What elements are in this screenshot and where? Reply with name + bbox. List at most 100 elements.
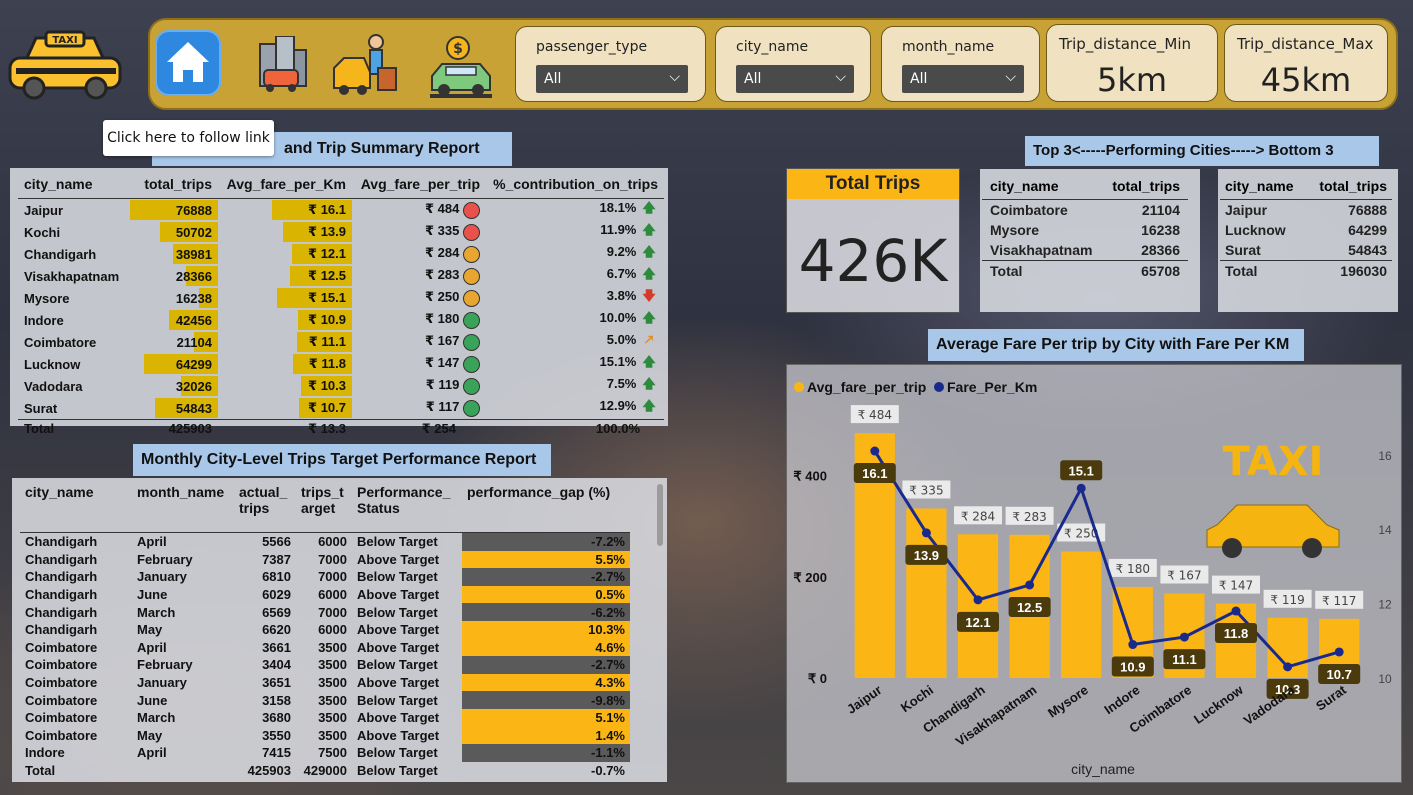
table-row[interactable]: Coimbatore April 3661 3500 Above Target 4.6% (20, 638, 630, 657)
table-row[interactable]: Chandigarh May 6620 6000 Above Target 10.3% (20, 620, 630, 639)
actual-cell: 3651 (262, 675, 291, 691)
passenger-type-dropdown[interactable]: All ⌵ (536, 65, 688, 93)
fare-per-km-cell: ₹ 11.8 (218, 353, 352, 375)
actual-cell: 6810 (262, 569, 291, 585)
taxi-wheel-icon (1302, 538, 1322, 558)
passenger-taxi-icon[interactable] (330, 32, 402, 98)
table-row[interactable]: Kochi 50702 ₹ 13.9 ₹ 335 11.9% 🡅 (18, 221, 664, 243)
table-row[interactable]: Surat 54843 ₹ 10.7 ₹ 117 12.9% 🡅 (18, 397, 664, 420)
table-row[interactable]: Visakhapatnam 28366 ₹ 12.5 ₹ 283 6.7% 🡅 (18, 265, 664, 287)
table-row[interactable]: Coimbatore June 3158 3500 Below Target -9.8% (20, 691, 630, 709)
table-row[interactable]: Coimbatore 21104 (982, 200, 1188, 221)
status-dot-icon (463, 377, 480, 395)
table-row[interactable]: Vadodara 32026 ₹ 10.3 ₹ 119 7.5% 🡅 (18, 375, 664, 397)
trips-cell: 54843 (1348, 242, 1387, 258)
table-row[interactable]: Lucknow 64299 (1220, 220, 1392, 240)
monthly-table: city_name month_name actual_ trips trips… (20, 482, 630, 779)
status-cell: Below Target (357, 569, 438, 585)
status-cell: Below Target (357, 657, 438, 673)
kpi-value: 45km (1260, 61, 1352, 99)
line-point (1076, 483, 1086, 493)
col-header[interactable]: Performance_ Status (352, 482, 462, 533)
line-data-label: 16.1 (862, 466, 887, 481)
fare-money-icon[interactable]: $ (428, 34, 496, 100)
target-cell: 7000 (318, 551, 347, 567)
table-row[interactable]: Chandigarh March 6569 7000 Below Target -6.2% (20, 603, 630, 621)
col-header[interactable]: month_name (132, 482, 234, 533)
table-row[interactable]: Indore 42456 ₹ 10.9 ₹ 180 10.0% 🡅 (18, 309, 664, 331)
fare-per-trip-value: ₹ 335 (425, 223, 460, 239)
col-header[interactable]: performance_gap (%) (462, 482, 630, 533)
table-row[interactable]: Chandigarh February 7387 7000 Above Target 5.… (20, 550, 630, 569)
table-row[interactable]: Coimbatore 21104 ₹ 11.1 ₹ 167 5.0% 🡕 (18, 331, 664, 353)
line-point (1231, 606, 1241, 616)
contribution-value: 15.1% (599, 354, 637, 369)
month-cell: May (137, 622, 163, 638)
col-header[interactable]: actual_ trips (234, 482, 296, 533)
col-header[interactable]: city_name (20, 482, 132, 533)
x-tick-label: Indore (1101, 682, 1142, 717)
summary-table: city_name total_trips Avg_fare_per_Km Av… (18, 170, 664, 438)
table-row[interactable]: Jaipur 76888 ₹ 16.1 ₹ 484 18.1% 🡅 (18, 199, 664, 222)
table-row[interactable]: Coimbatore February 3404 3500 Below Target -2… (20, 656, 630, 674)
status-dot-icon (463, 311, 480, 329)
table-row[interactable]: Chandigarh January 6810 7000 Below Target -2.… (20, 568, 630, 586)
table-row[interactable]: Coimbatore May 3550 3500 Above Target 1.4% (20, 726, 630, 745)
col-header[interactable]: total_trips (1306, 173, 1392, 200)
col-header[interactable]: city_name (18, 170, 130, 199)
status-cell: Above Target (357, 639, 440, 655)
table-row[interactable]: Mysore 16238 ₹ 15.1 ₹ 250 3.8% 🡇 (18, 287, 664, 309)
table-row[interactable]: Surat 54843 (1220, 240, 1392, 261)
col-header[interactable]: city_name (982, 173, 1103, 200)
line-data-label: 10.7 (1327, 667, 1352, 682)
fare-per-km-cell: ₹ 12.5 (218, 265, 352, 287)
col-header[interactable]: city_name (1220, 173, 1306, 200)
target-cell: 3500 (318, 710, 347, 726)
table-row[interactable]: Jaipur 76888 (1220, 200, 1392, 221)
monthly-title-text: Monthly City-Level Trips Target Performa… (141, 451, 537, 468)
scrollbar[interactable] (657, 484, 663, 546)
table-row[interactable]: Lucknow 64299 ₹ 11.8 ₹ 147 15.1% 🡅 (18, 353, 664, 375)
col-header[interactable]: Avg_fare_per_Km (218, 170, 352, 199)
bottom3-table: city_name total_trips Coimbatore 21104 Mys… (982, 173, 1188, 281)
table-row[interactable]: Mysore 16238 (982, 220, 1188, 240)
col-header[interactable]: total_trips (1103, 173, 1188, 200)
dropdown-value: All (910, 71, 928, 87)
city-name-dropdown[interactable]: All ⌵ (736, 65, 854, 93)
table-row[interactable]: Coimbatore January 3651 3500 Above Target 4.3… (20, 673, 630, 692)
table-row[interactable]: Chandigarh April 5566 6000 Below Target -7.2% (20, 532, 630, 551)
city-cell: Coimbatore (25, 692, 98, 708)
fare-per-km-cell: ₹ 12.1 (218, 243, 352, 265)
col-header[interactable]: Avg_fare_per_trip (352, 170, 486, 199)
col-header[interactable]: trips_t arget (296, 482, 352, 533)
status-dot-icon (463, 355, 480, 373)
line-data-label: 11.1 (1172, 652, 1197, 667)
city-buildings-icon[interactable] (254, 35, 310, 94)
table-row[interactable]: Chandigarh 38981 ₹ 12.1 ₹ 284 9.2% 🡅 (18, 243, 664, 265)
col-header[interactable]: %_contribution_on_trips (486, 170, 664, 199)
status-cell: Above Target (357, 551, 440, 567)
city-cell: Mysore (24, 290, 70, 306)
bar-data-label: ₹ 283 (1012, 510, 1046, 524)
chevron-down-icon: ⌵ (669, 69, 680, 85)
bar-data-label: ₹ 117 (1322, 594, 1356, 608)
fare-per-km-value: ₹ 12.1 (308, 246, 346, 261)
status-cell: Below Target (357, 745, 438, 761)
col-header[interactable]: total_trips (130, 170, 218, 199)
table-row[interactable]: Chandigarh June 6029 6000 Above Target 0.5% (20, 585, 630, 604)
month-name-dropdown[interactable]: All ⌵ (902, 65, 1024, 93)
table-row[interactable]: Coimbatore March 3680 3500 Above Target 5.1% (20, 708, 630, 727)
table-row[interactable]: Visakhapatnam 28366 (982, 240, 1188, 261)
home-button[interactable] (155, 30, 221, 96)
target-cell: 6000 (318, 622, 347, 638)
trips-cell: 76888 (130, 199, 218, 222)
target-cell: 3500 (318, 675, 347, 691)
fare-per-trip-value: ₹ 250 (425, 289, 460, 305)
contribution-cell: 9.2% 🡅 (486, 243, 664, 265)
trips-cell: 21104 (130, 331, 218, 353)
gap-cell: 10.3% (462, 620, 630, 639)
x-tick-label: Kochi (898, 682, 936, 715)
trips-cell: 28366 (130, 265, 218, 287)
table-row[interactable]: Indore April 7415 7500 Below Target -1.1% (20, 744, 630, 762)
city-cell: Indore (24, 312, 64, 328)
